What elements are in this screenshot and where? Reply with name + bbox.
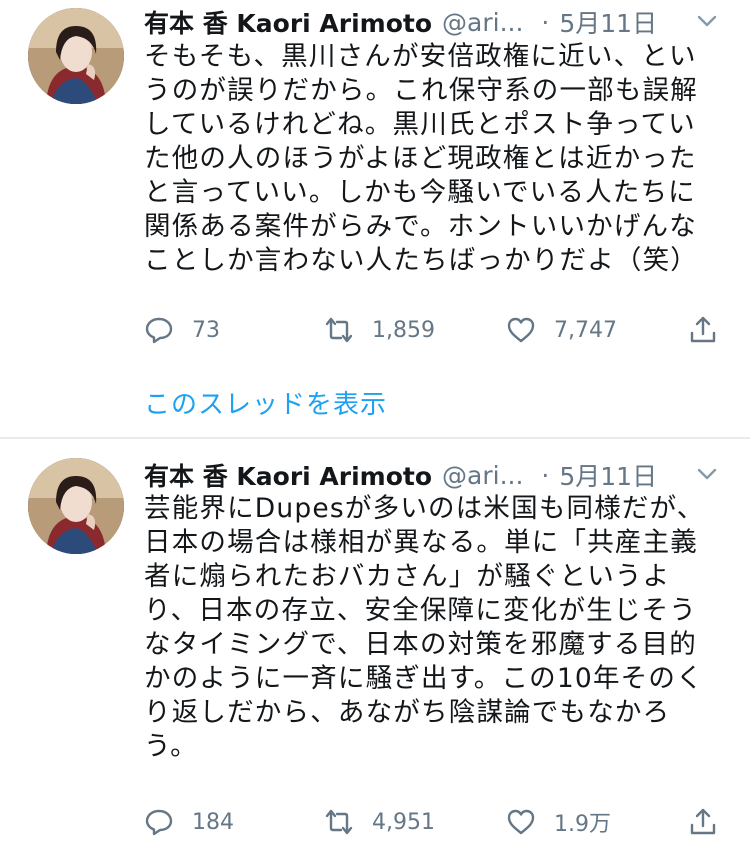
author-name[interactable]: 有本 香 Kaori Arimoto — [144, 457, 432, 493]
tweet-date[interactable]: 5月11日 — [559, 457, 657, 493]
like-icon — [507, 809, 535, 835]
tweet[interactable]: 有本 香 Kaori Arimoto @ari... · 5月11日 芸能界にD… — [0, 439, 750, 854]
chevron-down-icon[interactable] — [696, 463, 718, 485]
reply-button[interactable]: 73 — [144, 312, 220, 348]
separator: · — [541, 460, 550, 490]
tweet-text-line: かのように一斉に騒ぎ出す。この10年そのく — [144, 663, 704, 694]
tweet-text-line: う。 — [144, 731, 198, 762]
retweet-icon — [325, 809, 353, 835]
tweet-text-line: 関係ある案件がらみで。ホントいいかげんな — [144, 211, 697, 242]
retweet-icon — [325, 317, 353, 343]
tweet[interactable]: 有本 香 Kaori Arimoto @ari... · 5月11日 そもそも、… — [0, 0, 750, 437]
tweet-text-line: と言っていい。しかも今騒いでいる人たちに — [144, 177, 696, 208]
tweet-text: そもそも、黒川さんが安倍政権に近い、とい うのが誤りだから。これ保守系の一部も誤… — [144, 40, 724, 278]
tweet-text-line: 者に煽られたおバカさん」が騒ぐというよ — [144, 561, 671, 592]
separator: · — [541, 7, 550, 37]
author-name[interactable]: 有本 香 Kaori Arimoto — [144, 4, 432, 40]
retweet-count: 4,951 — [372, 809, 435, 835]
action-bar: 73 1,859 7,747 — [144, 312, 724, 348]
like-icon — [507, 317, 535, 343]
tweet-text-line: 芸能界にDupesが多いのは米国も同様だが、 — [144, 493, 705, 524]
share-icon — [690, 808, 716, 835]
avatar[interactable] — [28, 458, 124, 554]
retweet-count: 1,859 — [372, 317, 435, 343]
tweet-text-line: た他の人のほうがよほど現政権とは近かった — [144, 143, 697, 174]
like-button[interactable]: 7,747 — [506, 312, 617, 348]
retweet-button[interactable]: 1,859 — [324, 312, 435, 348]
reply-count: 73 — [192, 317, 220, 343]
tweet-text-line: そもそも、黒川さんが安倍政権に近い、とい — [144, 41, 697, 72]
tweet-text-line: り返しだから、あながち陰謀論でもなかろ — [144, 697, 671, 728]
author-handle[interactable]: @ari... — [442, 461, 523, 490]
tweet-text-line: ことしか言わない人たちばっかりだよ（笑） — [144, 245, 698, 276]
chevron-down-icon[interactable] — [696, 10, 718, 32]
action-bar: 184 4,951 1.9万 — [144, 804, 724, 840]
tweet-text-line: うのが誤りだから。これ保守系の一部も誤解 — [144, 75, 698, 106]
reply-icon — [145, 809, 173, 836]
tweet-header: 有本 香 Kaori Arimoto @ari... · 5月11日 — [144, 2, 657, 42]
like-count: 1.9万 — [554, 812, 611, 837]
share-button[interactable] — [688, 312, 718, 348]
like-button[interactable]: 1.9万 — [506, 804, 611, 840]
tweet-text-line: なタイミングで、日本の対策を邪魔する目的 — [144, 629, 697, 660]
tweet-header: 有本 香 Kaori Arimoto @ari... · 5月11日 — [144, 455, 657, 495]
author-handle[interactable]: @ari... — [442, 8, 523, 37]
share-button[interactable] — [688, 804, 718, 840]
reply-count: 184 — [192, 809, 234, 835]
tweet-text: 芸能界にDupesが多いのは米国も同様だが、 日本の場合は様相が異なる。単に「共… — [144, 492, 724, 764]
reply-icon — [145, 317, 173, 344]
tweet-date[interactable]: 5月11日 — [559, 4, 657, 40]
share-icon — [690, 316, 716, 343]
like-count: 7,747 — [554, 317, 617, 343]
show-thread-link[interactable]: このスレッドを表示 — [144, 384, 387, 421]
retweet-button[interactable]: 4,951 — [324, 804, 435, 840]
tweet-text-line: り、日本の存立、安全保障に変化が生じそう — [144, 595, 697, 626]
tweet-text-line: 日本の場合は様相が異なる。単に「共産主義 — [144, 527, 698, 558]
avatar[interactable] — [28, 8, 124, 104]
tweet-text-line: しているけれどね。黒川氏とポスト争ってい — [144, 109, 696, 140]
reply-button[interactable]: 184 — [144, 804, 234, 840]
